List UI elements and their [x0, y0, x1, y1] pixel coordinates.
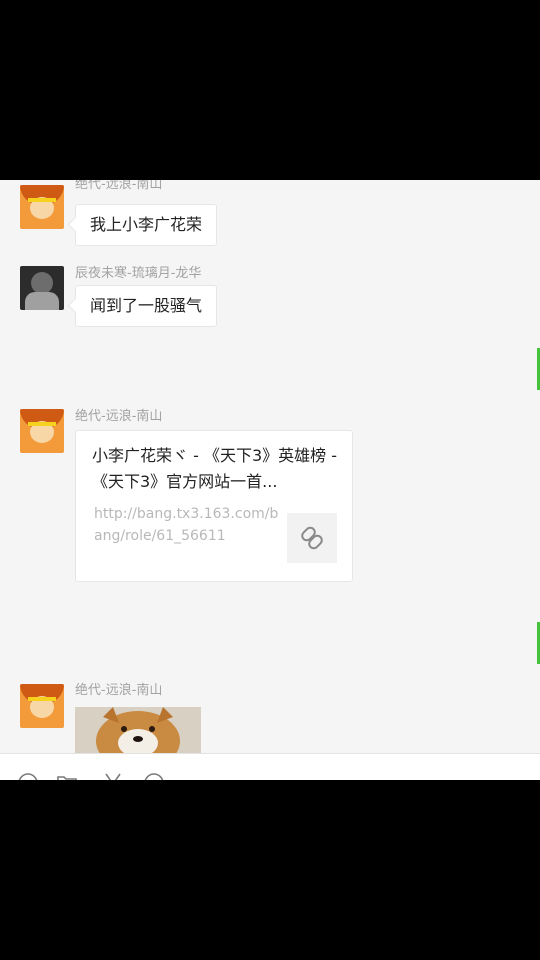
message-list[interactable]: 绝代-远浪-南山 我上小李广花荣 辰夜未寒-琉璃月-龙华 闻到了一股骚气 绝代-…: [0, 180, 540, 753]
avatar[interactable]: [20, 684, 64, 728]
message-bubble[interactable]: 我上小李广花荣: [75, 204, 218, 246]
sender-name: 绝代-远浪-南山: [75, 683, 163, 698]
scissors-icon[interactable]: [102, 772, 124, 780]
link-card[interactable]: 小李广花荣ヾ - 《天下3》英雄榜 - 《天下3》官方网站一首... http:…: [75, 430, 353, 582]
message-bubble[interactable]: 闻到了一股骚气: [75, 285, 218, 327]
sender-name: 绝代-远浪-南山: [75, 409, 163, 424]
avatar[interactable]: [20, 266, 64, 310]
input-toolbar: [0, 753, 540, 780]
chat-window: 绝代-远浪-南山 我上小李广花荣 辰夜未寒-琉璃月-龙华 闻到了一股骚气 绝代-…: [0, 180, 540, 780]
shiba-dog-photo[interactable]: [75, 707, 201, 753]
link-card-title: 小李广花荣ヾ - 《天下3》英雄榜 - 《天下3》官方网站一首...: [92, 446, 337, 491]
folder-icon[interactable]: [56, 772, 78, 780]
emoji-icon[interactable]: [17, 772, 39, 780]
sender-name: 辰夜未寒-琉璃月-龙华: [75, 266, 202, 281]
avatar[interactable]: [20, 185, 64, 229]
link-icon: [287, 513, 337, 563]
avatar[interactable]: [20, 409, 64, 453]
link-card-url: http://bang.tx3.163.com/bang/role/61_566…: [94, 506, 279, 544]
chat-bubble-icon[interactable]: [143, 772, 165, 780]
sender-name: 绝代-远浪-南山: [75, 180, 163, 192]
